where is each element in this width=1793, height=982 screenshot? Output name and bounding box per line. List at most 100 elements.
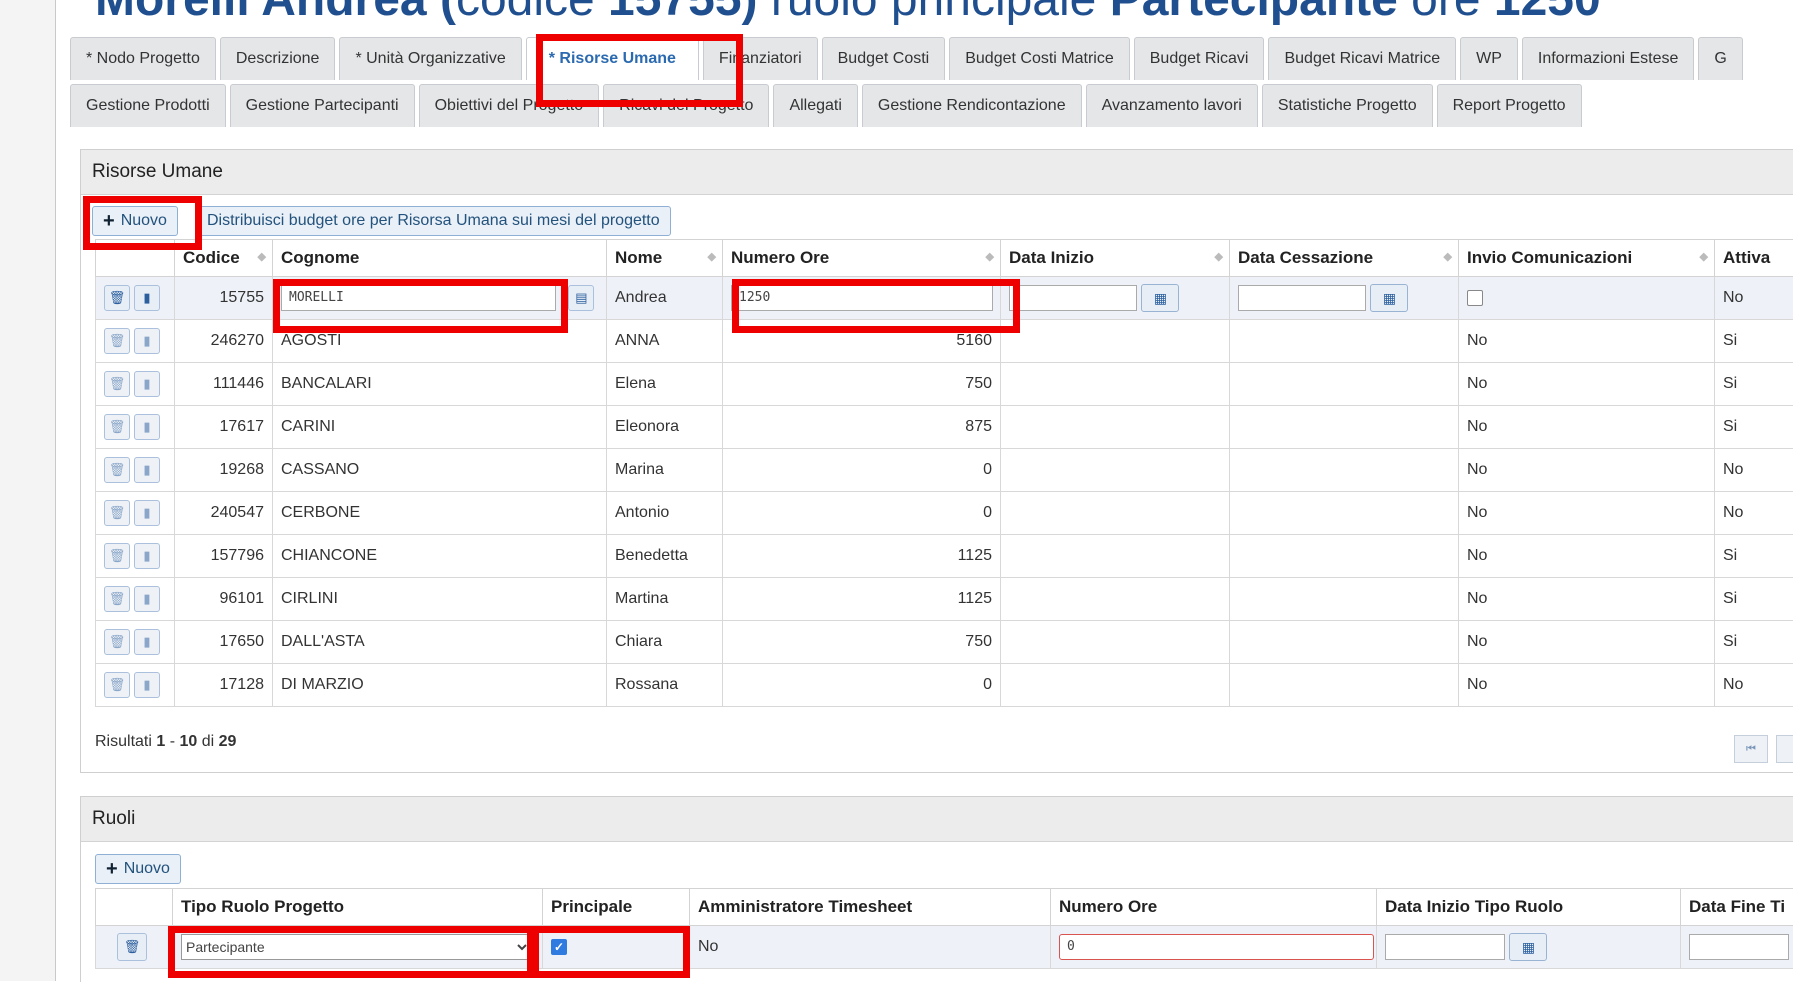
new-ruolo-button[interactable]: +Nuovo	[95, 854, 181, 884]
delete-icon[interactable]: 🗑	[104, 500, 130, 526]
numero-ore-input[interactable]: 1250	[731, 285, 993, 311]
tab-budget-ricavi[interactable]: Budget Ricavi	[1134, 37, 1265, 80]
tab-nodo-progetto[interactable]: * Nodo Progetto	[70, 37, 216, 80]
detail-icon[interactable]: ▮	[134, 457, 160, 483]
table-row[interactable]: 🗑▮157796CHIANCONEBenedetta1125NoSi	[96, 535, 1793, 578]
delete-icon[interactable]: 🗑	[104, 586, 130, 612]
tab-wp[interactable]: WP	[1460, 37, 1518, 80]
tipo-ruolo-select[interactable]: Partecipante	[181, 934, 531, 960]
col-attiva[interactable]: Attiva	[1715, 240, 1793, 277]
cell-attiva: Si	[1715, 535, 1793, 578]
col-numero-ore[interactable]: Numero Ore	[1051, 889, 1377, 926]
tab-obiettivi-progetto[interactable]: Obiettivi del Progetto	[419, 84, 600, 127]
col-nome[interactable]: Nome◆	[607, 240, 723, 277]
tab-avanzamento-lavori[interactable]: Avanzamento lavori	[1086, 84, 1258, 127]
tabs-row-2: Gestione Prodotti Gestione Partecipanti …	[70, 84, 1586, 127]
prev-page-button[interactable]	[1776, 735, 1793, 763]
cell-data-cessazione	[1230, 363, 1459, 406]
detail-icon[interactable]: ▮	[134, 500, 160, 526]
calendar-icon[interactable]: ▦	[1509, 933, 1547, 961]
delete-icon[interactable]: 🗑	[104, 457, 130, 483]
table-row[interactable]: 🗑▮246270AGOSTIANNA5160NoSi	[96, 320, 1793, 363]
cell-nome: Chiara	[607, 621, 723, 664]
cell-codice: 246270	[175, 320, 273, 363]
cell-data-inizio	[1001, 621, 1230, 664]
cell-codice: 96101	[175, 578, 273, 621]
col-invio-comunicazioni[interactable]: Invio Comunicazioni◆	[1459, 240, 1715, 277]
cell-data-cessazione	[1230, 449, 1459, 492]
col-data-inizio[interactable]: Data Inizio◆	[1001, 240, 1230, 277]
tab-unita-organizzative[interactable]: * Unità Organizzative	[339, 37, 521, 80]
col-data-cessazione[interactable]: Data Cessazione◆	[1230, 240, 1459, 277]
numero-ore-input[interactable]: 0	[1059, 934, 1374, 960]
tab-overflow[interactable]: G	[1698, 37, 1742, 80]
tab-budget-costi[interactable]: Budget Costi	[822, 37, 946, 80]
data-fine-ruolo-input[interactable]	[1689, 934, 1789, 960]
tab-statistiche-progetto[interactable]: Statistiche Progetto	[1262, 84, 1433, 127]
cell-numero-ore: 5160	[723, 320, 1001, 363]
cell-data-cessazione	[1230, 578, 1459, 621]
col-principale[interactable]: Principale	[543, 889, 690, 926]
cell-data-inizio	[1001, 578, 1230, 621]
delete-icon[interactable]: 🗑	[104, 414, 130, 440]
table-row[interactable]: 🗑▮17650DALL'ASTAChiara750NoSi	[96, 621, 1793, 664]
first-page-button[interactable]: ⏮	[1734, 735, 1768, 763]
cell-nome: Andrea	[607, 277, 723, 320]
detail-icon[interactable]: ▮	[134, 629, 160, 655]
tab-gestione-prodotti[interactable]: Gestione Prodotti	[70, 84, 226, 127]
tab-budget-costi-matrice[interactable]: Budget Costi Matrice	[949, 37, 1130, 80]
data-cessazione-input[interactable]	[1238, 285, 1366, 311]
table-row[interactable]: 🗑▮111446BANCALARIElena750NoSi	[96, 363, 1793, 406]
cell-cognome: CERBONE	[273, 492, 607, 535]
tab-risorse-umane[interactable]: * Risorse Umane	[526, 37, 699, 80]
calendar-icon[interactable]: ▦	[1370, 284, 1408, 312]
delete-icon[interactable]: 🗑	[104, 629, 130, 655]
table-row[interactable]: 🗑▮19268CASSANOMarina0NoNo	[96, 449, 1793, 492]
calendar-icon[interactable]: ▦	[1141, 284, 1179, 312]
tab-gestione-partecipanti[interactable]: Gestione Partecipanti	[230, 84, 415, 127]
new-risorsa-button[interactable]: +Nuovo	[92, 206, 178, 236]
data-inizio-input[interactable]	[1009, 285, 1137, 311]
lookup-icon[interactable]: ▤	[568, 285, 594, 311]
principale-checkbox[interactable]: ✓	[551, 939, 567, 955]
detail-icon[interactable]: ▮	[134, 586, 160, 612]
detail-icon[interactable]: ▮	[134, 414, 160, 440]
tab-finanziatori[interactable]: Finanziatori	[703, 37, 818, 80]
data-inizio-ruolo-input[interactable]	[1385, 934, 1505, 960]
delete-icon[interactable]: 🗑	[104, 328, 130, 354]
detail-icon[interactable]: ▮	[134, 672, 160, 698]
cell-nome: Elena	[607, 363, 723, 406]
tab-informazioni-estese[interactable]: Informazioni Estese	[1522, 37, 1695, 80]
table-row[interactable]: 🗑▮17128DI MARZIORossana0NoNo	[96, 664, 1793, 707]
tab-ricavi-progetto[interactable]: Ricavi del Progetto	[603, 84, 769, 127]
page-heading: Morelli Andrea (codice 15755) ruolo prin…	[95, 0, 1601, 24]
col-amministratore-timesheet[interactable]: Amministratore Timesheet	[690, 889, 1051, 926]
distribute-budget-button[interactable]: Distribuisci budget ore per Risorsa Uman…	[196, 206, 671, 236]
col-numero-ore[interactable]: Numero Ore◆	[723, 240, 1001, 277]
detail-icon[interactable]: ▮	[134, 285, 160, 311]
col-codice[interactable]: Codice◆	[175, 240, 273, 277]
col-data-fine-tipo-ruolo[interactable]: Data Fine Ti	[1681, 889, 1793, 926]
tab-allegati[interactable]: Allegati	[773, 84, 857, 127]
cognome-input[interactable]: MORELLI	[281, 285, 556, 311]
detail-icon[interactable]: ▮	[134, 328, 160, 354]
invio-comunicazioni-checkbox[interactable]	[1467, 290, 1483, 306]
delete-icon[interactable]: 🗑	[117, 933, 147, 961]
tab-gestione-rendicontazione[interactable]: Gestione Rendicontazione	[862, 84, 1082, 127]
col-cognome[interactable]: Cognome	[273, 240, 607, 277]
delete-icon[interactable]: 🗑	[104, 543, 130, 569]
table-row[interactable]: 🗑▮17617CARINIEleonora875NoSi	[96, 406, 1793, 449]
detail-icon[interactable]: ▮	[134, 543, 160, 569]
tab-descrizione[interactable]: Descrizione	[220, 37, 336, 80]
table-row[interactable]: 🗑▮240547CERBONEAntonio0NoNo	[96, 492, 1793, 535]
tab-report-progetto[interactable]: Report Progetto	[1437, 84, 1582, 127]
delete-icon[interactable]: 🗑	[104, 371, 130, 397]
delete-icon[interactable]: 🗑	[104, 285, 130, 311]
tab-budget-ricavi-matrice[interactable]: Budget Ricavi Matrice	[1268, 37, 1456, 80]
risorse-table: Codice◆ Cognome Nome◆ Numero Ore◆ Data I…	[95, 239, 1793, 707]
delete-icon[interactable]: 🗑	[104, 672, 130, 698]
detail-icon[interactable]: ▮	[134, 371, 160, 397]
table-row[interactable]: 🗑▮96101CIRLINIMartina1125NoSi	[96, 578, 1793, 621]
col-tipo-ruolo[interactable]: Tipo Ruolo Progetto	[173, 889, 543, 926]
col-data-inizio-tipo-ruolo[interactable]: Data Inizio Tipo Ruolo	[1377, 889, 1681, 926]
